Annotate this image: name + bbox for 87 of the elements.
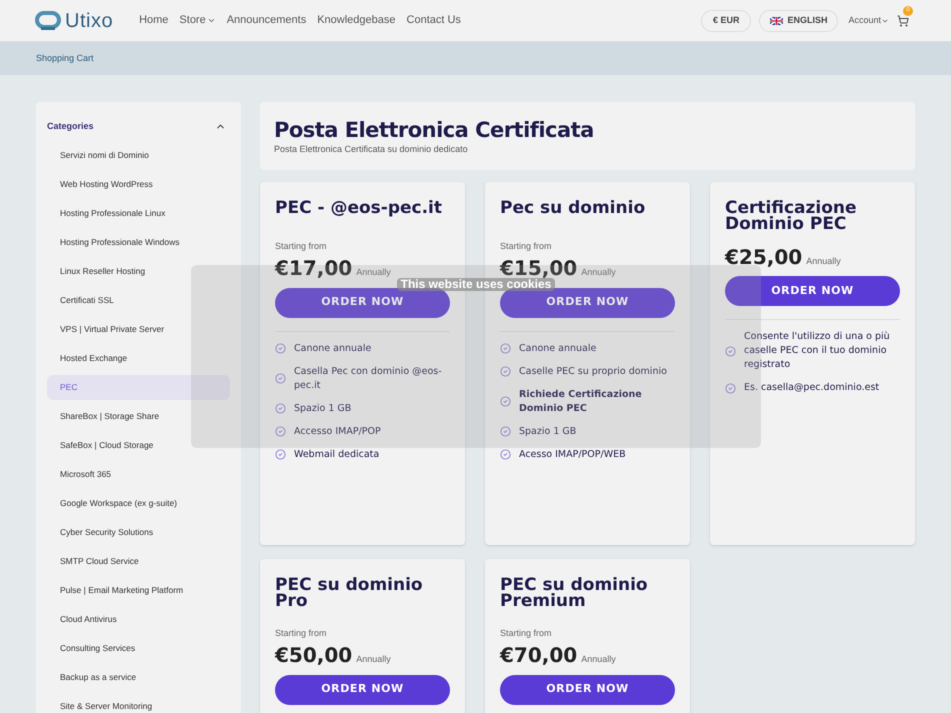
order-now-button[interactable]: ORDER NOW (275, 288, 450, 318)
sidebar-title: Categories (47, 120, 94, 133)
category-item[interactable]: Hosting Professionale Windows (47, 230, 230, 254)
feature-text: Spazio 1 GB (294, 402, 352, 416)
currency-button[interactable]: € EUR (700, 10, 752, 32)
caret-icon (206, 16, 216, 25)
nav-link[interactable]: Knowledgebase (317, 12, 396, 29)
starting-from-label: Starting from (500, 240, 553, 253)
check-icon (275, 373, 286, 384)
category-item[interactable]: VPS | Virtual Private Server (47, 316, 230, 342)
product-title: PEC su dominio Premium (500, 576, 649, 608)
flag-icon (770, 16, 784, 24)
language-label: ENGLISH (787, 14, 828, 27)
feature-text: Richiede Certificazione Dominio PEC (519, 388, 643, 416)
category-item[interactable]: PEC (47, 374, 230, 400)
category-item[interactable]: Consulting Services (47, 636, 230, 660)
category-item[interactable]: SafeBox | Cloud Storage (47, 432, 230, 458)
feature-text: Es. casella@pec.dominio.est (744, 381, 880, 395)
feature-text: Acesso IMAP/POP/WEB (519, 448, 626, 462)
nav-link[interactable]: Store (179, 12, 216, 29)
feature-text: Casella Pec con dominio @eos-pec.it (294, 364, 443, 392)
check-icon (725, 346, 736, 356)
check-icon (500, 426, 511, 437)
starting-from-label: Starting from (275, 240, 328, 253)
logo-text: Utixo (65, 8, 114, 34)
category-item[interactable]: Pulse | Email Marketing Platform (47, 578, 230, 602)
billing-cycle: Annually (581, 266, 616, 279)
billing-cycle: Annually (806, 254, 841, 268)
language-button[interactable]: ENGLISH (759, 10, 838, 32)
product-price: €70,00 (500, 644, 578, 666)
check-icon (275, 449, 286, 460)
product-title: Pec su dominio (500, 200, 646, 220)
product-price: €15,00 (500, 257, 578, 279)
category-item[interactable]: Hosting Professionale Linux (47, 200, 230, 226)
category-item[interactable]: Site & Server Monitoring (47, 694, 230, 713)
feature-text: Caselle PEC su proprio dominio (519, 364, 667, 378)
page-title: Posta Elettronica Certificata (274, 117, 595, 143)
category-item[interactable]: Hosted Exchange (47, 346, 230, 370)
breadcrumb-text: Shopping Cart (36, 52, 94, 65)
starting-from-label: Starting from (500, 626, 553, 640)
billing-cycle: Annually (581, 653, 616, 666)
category-item[interactable]: Cyber Security Solutions (47, 520, 230, 544)
cart-icon[interactable] (897, 14, 909, 26)
check-icon (500, 449, 511, 460)
product-price: €25,00 (725, 246, 802, 268)
cookie-banner-title: This website uses cookies (396, 278, 556, 291)
check-icon (500, 343, 511, 354)
category-item[interactable]: ShareBox | Storage Share (47, 404, 230, 428)
logo-icon (35, 10, 61, 30)
product-title: PEC - @eos-pec.it (275, 200, 444, 220)
check-icon (275, 426, 286, 437)
nav-link[interactable]: Home (139, 12, 168, 29)
check-icon (500, 396, 511, 407)
check-icon (275, 343, 286, 354)
feature-text: Canone annuale (519, 342, 596, 356)
nav-link[interactable]: Contact Us (406, 12, 461, 29)
feature-text: Spazio 1 GB (519, 424, 576, 438)
starting-from-label: Starting from (275, 626, 328, 640)
check-icon (275, 403, 286, 414)
order-now-button[interactable]: ORDER NOW (275, 674, 450, 704)
feature-text: Webmail dedicata (294, 448, 380, 462)
order-now-button[interactable]: ORDER NOW (500, 288, 675, 318)
category-item[interactable]: SMTP Cloud Service (47, 548, 230, 574)
product-title: Certificazione Dominio PEC (725, 200, 858, 232)
category-item[interactable]: Backup as a service (47, 664, 230, 690)
check-icon (725, 382, 736, 394)
product-price: €50,00 (275, 644, 352, 666)
product-price: €17,00 (275, 257, 352, 279)
feature-text: Canone annuale (294, 342, 372, 356)
category-item[interactable]: Linux Reseller Hosting (47, 258, 230, 284)
page-subtitle: Posta Elettronica Certificata su dominio dedicato (274, 143, 469, 156)
order-now-button[interactable]: ORDER NOW (500, 674, 675, 704)
product-title: PEC su dominio Pro (275, 576, 424, 608)
category-item[interactable]: Certificati SSL (47, 288, 230, 312)
billing-cycle: Annually (356, 653, 391, 666)
account-menu[interactable]: Account (848, 14, 889, 28)
category-item[interactable]: Cloud Antivirus (47, 606, 230, 632)
feature-text: Consente l'utilizzo di una o più caselle PEC con il tuo dominio registrato (744, 330, 891, 372)
nav-link[interactable]: Announcements (226, 12, 306, 29)
check-icon (500, 366, 511, 377)
category-item[interactable]: Google Workspace (ex g-suite) (47, 490, 230, 516)
feature-text: Accesso IMAP/POP (294, 424, 381, 438)
billing-cycle: Annually (356, 266, 391, 279)
category-item[interactable]: Web Hosting WordPress (47, 172, 230, 196)
category-item[interactable]: Microsoft 365 (47, 462, 230, 486)
order-now-button[interactable]: ORDER NOW (725, 276, 900, 306)
category-item[interactable]: Servizi nomi di Dominio (47, 142, 230, 168)
